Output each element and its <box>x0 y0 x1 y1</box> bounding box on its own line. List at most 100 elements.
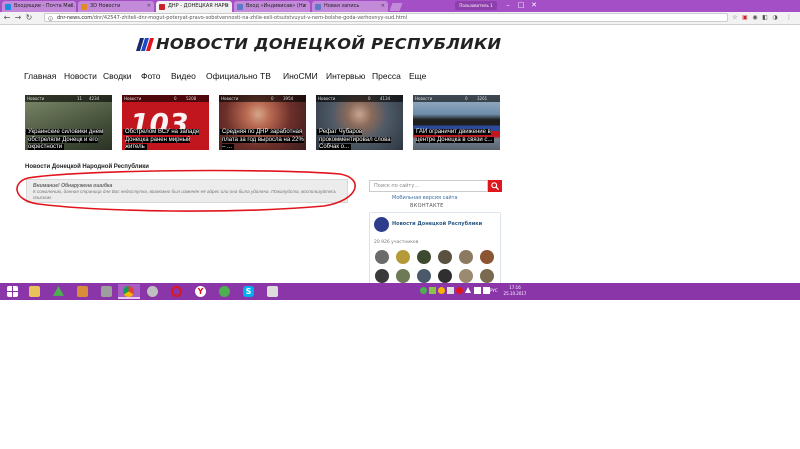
nav-item-video[interactable]: Видео <box>171 71 196 81</box>
news-card-caption[interactable]: ГАИ ограничит движение в центре Донецка … <box>416 129 493 143</box>
adblock-extension-icon[interactable]: ▣ <box>741 14 749 22</box>
comments-count: 11 <box>77 96 83 101</box>
nav-item-news[interactable]: Новости <box>64 71 97 81</box>
nav-item-tv[interactable]: ТВ <box>260 71 271 81</box>
mail-favicon-icon <box>5 4 11 10</box>
member-avatar[interactable] <box>396 269 410 283</box>
taskbar-network[interactable] <box>142 284 164 299</box>
nav-item-interview[interactable]: Интервью <box>326 71 365 81</box>
site-logo[interactable]: НОВОСТИ ДОНЕЦКОЙ РЕСПУБЛИКИ <box>136 35 501 55</box>
taskbar-yandex[interactable]: Y <box>190 284 212 299</box>
nav-item-press[interactable]: Пресса <box>372 71 401 81</box>
taskbar-notepad[interactable] <box>262 284 284 299</box>
member-avatar[interactable] <box>417 250 431 264</box>
menu-icon[interactable]: ⋮ <box>785 14 793 22</box>
extension-icon[interactable]: ◉ <box>751 14 759 22</box>
taskbar-chrome[interactable] <box>118 284 140 299</box>
news-card-caption[interactable]: Средняя по ДНР заработная плата за год в… <box>222 129 304 150</box>
taskbar-utorrent[interactable] <box>214 284 236 299</box>
taskbar-paint[interactable] <box>72 284 94 299</box>
entry-favicon-icon <box>315 4 321 10</box>
nav-item-photo[interactable]: Фото <box>141 71 161 81</box>
bookmark-star-icon[interactable]: ☆ <box>731 14 739 22</box>
member-avatar[interactable] <box>438 250 452 264</box>
logo-text: НОВОСТИ ДОНЕЦКОЙ РЕСПУБЛИКИ <box>156 35 502 53</box>
news-card[interactable]: Новости 4134 0 Рефат Чубаров прокомменти… <box>316 95 403 150</box>
clock-date: 25.10.2017 <box>503 291 527 296</box>
news-card-caption[interactable]: Украинские силовики днем обстреляли Доне… <box>28 129 104 150</box>
news-card-category[interactable]: Новости <box>27 96 44 101</box>
browser-tab-dnr[interactable]: ДНР - ДОНЕЦКАЯ НАРО ✕ <box>156 1 232 12</box>
news-card-category[interactable]: Новости <box>415 96 432 101</box>
start-button[interactable] <box>2 284 24 299</box>
tray-icon[interactable] <box>447 287 454 294</box>
network-status-icon[interactable] <box>465 287 471 293</box>
tab-close-icon[interactable]: ✕ <box>381 1 385 12</box>
nav-item-reports[interactable]: Сводки <box>103 71 132 81</box>
tab-close-icon[interactable]: ✕ <box>147 1 151 12</box>
member-avatar[interactable] <box>480 269 494 283</box>
news-card-caption[interactable]: Обстрелом ВСУ на западе Донецка ранен ми… <box>125 129 200 150</box>
news-card-caption[interactable]: Рефат Чубаров прокомментировал слова Соб… <box>319 129 391 150</box>
search-input[interactable]: Поиск по сайту... <box>369 180 488 192</box>
page-info-icon[interactable] <box>48 16 53 21</box>
group-avatar[interactable] <box>374 217 389 232</box>
address-bar[interactable]: dnr-news.com/dnr/42547-zhiteli-dnr-mogut… <box>44 13 728 22</box>
screen: Входящие - Почта Mail. ✕ 3D Новости ✕ ДН… <box>0 0 800 300</box>
member-avatar[interactable] <box>375 269 389 283</box>
taskbar-drive[interactable] <box>48 284 70 299</box>
browser-tab-login[interactable]: Вход «Индивисав» (На ✕ <box>234 1 310 12</box>
taskbar-file-explorer[interactable] <box>24 284 46 299</box>
tab-close-icon[interactable]: ✕ <box>303 1 307 12</box>
network-icon <box>147 286 158 297</box>
browser-tab-news[interactable]: 3D Новости ✕ <box>78 1 154 12</box>
nav-item-inosmi[interactable]: ИноСМИ <box>283 71 318 81</box>
tab-close-icon[interactable]: ✕ <box>69 1 73 12</box>
mobile-version-link[interactable]: Мобильная версия сайта <box>392 195 458 201</box>
tray-icon[interactable] <box>456 287 463 294</box>
profile-button[interactable]: Пользователь 1 <box>455 1 497 10</box>
tray-icon[interactable] <box>438 287 445 294</box>
taskbar-settings[interactable] <box>96 284 118 299</box>
member-avatar[interactable] <box>438 269 452 283</box>
taskbar-skype[interactable]: S <box>238 284 260 299</box>
news-card-category[interactable]: Новости <box>124 96 141 101</box>
nav-item-home[interactable]: Главная <box>24 71 56 81</box>
tray-icon[interactable] <box>429 287 436 294</box>
news-card[interactable]: 103 Новости 5208 0 Обстрелом ВСУ на запа… <box>122 95 209 150</box>
news-card[interactable]: Новости 4234 11 Украинские силовики днем… <box>25 95 112 150</box>
back-arrow-icon[interactable]: ← <box>2 13 12 23</box>
member-avatar[interactable] <box>396 250 410 264</box>
news-card[interactable]: Новости 3261 0 ГАИ ограничит движение в … <box>413 95 500 150</box>
close-window-button[interactable]: ✕ <box>526 0 542 10</box>
yandex-icon: Y <box>195 286 206 297</box>
group-name-link[interactable]: Новости Донецкой Республики <box>392 221 482 227</box>
tray-icon[interactable] <box>420 287 427 294</box>
nav-item-official[interactable]: Официально <box>206 71 258 81</box>
news-card[interactable]: Новости 3954 0 Средняя по ДНР заработная… <box>219 95 306 150</box>
input-language[interactable]: РУС <box>490 288 498 293</box>
new-tab-button[interactable] <box>389 3 403 11</box>
settings-icon <box>101 286 112 297</box>
taskbar-opera[interactable] <box>166 284 188 299</box>
member-avatar[interactable] <box>459 250 473 264</box>
browser-tab-mail[interactable]: Входящие - Почта Mail. ✕ <box>2 1 76 12</box>
nav-item-more[interactable]: Еще <box>409 71 426 81</box>
member-avatar[interactable] <box>375 250 389 264</box>
news-card-category[interactable]: Новости <box>221 96 238 101</box>
member-avatar[interactable] <box>480 250 494 264</box>
reload-icon[interactable]: ↻ <box>24 13 34 23</box>
taskbar-clock[interactable]: 17:16 25.10.2017 <box>500 285 530 297</box>
member-avatar[interactable] <box>459 269 473 283</box>
volume-icon[interactable] <box>474 287 481 294</box>
search-button[interactable] <box>488 180 502 192</box>
news-card-category[interactable]: Новости <box>318 96 335 101</box>
battery-icon[interactable] <box>483 287 490 294</box>
extension-icon[interactable]: ◑ <box>771 14 779 22</box>
tab-close-icon[interactable]: ✕ <box>225 1 229 12</box>
forward-arrow-icon[interactable]: → <box>13 13 23 23</box>
member-avatar[interactable] <box>417 269 431 283</box>
browser-tab-new-entry[interactable]: Новая запись ✕ <box>312 1 388 12</box>
extension-icon[interactable]: ◧ <box>761 14 769 22</box>
dnr-favicon-icon <box>159 4 165 10</box>
